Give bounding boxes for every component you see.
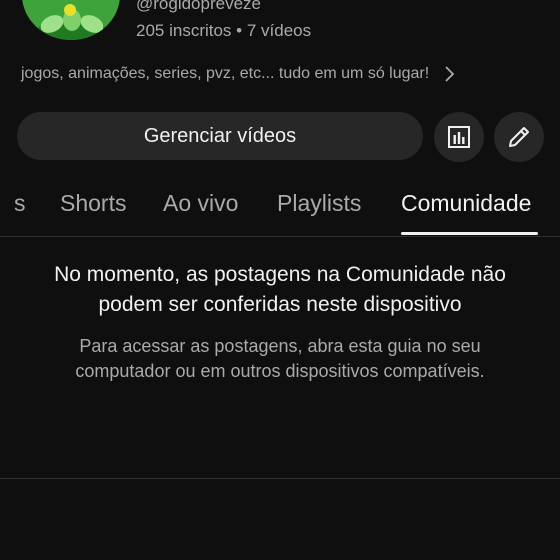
channel-stats: 205 inscritos • 7 vídeos — [136, 21, 312, 40]
channel-tabs: s Shorts Ao vivo Playlists Comunidade — [0, 180, 560, 237]
divider — [0, 478, 560, 479]
manage-videos-button[interactable]: Gerenciar vídeos — [17, 112, 423, 160]
channel-handle: @rogidopreveze — [136, 0, 261, 13]
edit-channel-button[interactable] — [494, 112, 544, 162]
notice-title-line-2: podem ser conferidas neste dispositivo — [98, 293, 462, 316]
notice-body-line-1: Para acessar as postagens, abra esta gui… — [79, 336, 481, 356]
pencil-icon — [509, 127, 529, 147]
community-notice-body: Para acessar as postagens, abra esta gui… — [0, 334, 560, 384]
active-tab-indicator — [401, 232, 538, 235]
analytics-icon — [448, 126, 470, 148]
tab-playlists[interactable]: Playlists — [277, 190, 361, 217]
notice-title-line-1: No momento, as postagens na Comunidade n… — [54, 263, 506, 286]
community-notice-title: No momento, as postagens na Comunidade n… — [0, 260, 560, 320]
channel-description-text: jogos, animações, series, pvz, etc... tu… — [21, 65, 430, 82]
tab-shorts[interactable]: Shorts — [60, 190, 126, 217]
tab-live[interactable]: Ao vivo — [163, 190, 238, 217]
channel-description[interactable]: jogos, animações, series, pvz, etc... tu… — [21, 62, 521, 86]
chevron-right-icon — [445, 66, 455, 82]
channel-avatar[interactable] — [22, 0, 120, 40]
tab-videos-partial[interactable]: s — [14, 190, 26, 217]
plant-avatar-image — [38, 4, 106, 40]
tab-community[interactable]: Comunidade — [401, 190, 531, 217]
analytics-button[interactable] — [434, 112, 484, 162]
notice-body-line-2: computador ou em outros dispositivos com… — [75, 361, 485, 381]
